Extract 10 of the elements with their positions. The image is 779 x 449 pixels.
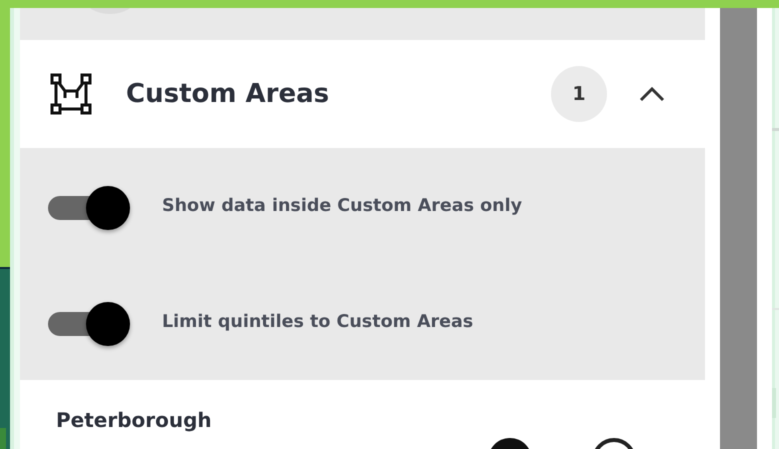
toggle-label: Show data inside Custom Areas only: [162, 196, 522, 216]
toggle-label: Limit quintiles to Custom Areas: [162, 312, 474, 332]
scrollbar[interactable]: [720, 8, 757, 449]
section-title: Custom Areas: [126, 79, 330, 109]
area-title: Peterborough: [56, 408, 212, 432]
polygon-nodes-icon: [50, 73, 92, 115]
toggle-switch[interactable]: [48, 184, 132, 228]
chevron-up-icon[interactable]: [637, 84, 667, 104]
count-badge: 1: [551, 66, 607, 122]
toggle-switch[interactable]: [48, 300, 132, 344]
